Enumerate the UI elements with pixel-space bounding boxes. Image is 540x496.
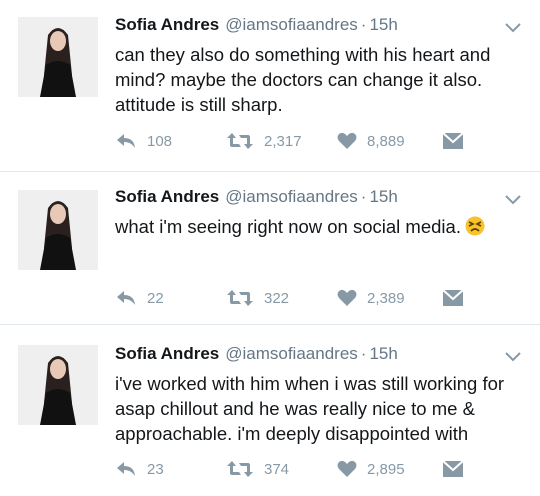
tweet-card[interactable]: Sofia Andres @iamsofiaandres · 15h i've wor…	[0, 325, 540, 496]
reply-count: 22	[147, 289, 164, 307]
direct-message-button[interactable]	[442, 289, 464, 307]
avatar[interactable]	[18, 190, 98, 270]
tweet-actions: 23 374 2,895	[115, 460, 535, 480]
heart-icon	[337, 460, 357, 477]
tweet-actions: 22 322 2,389	[115, 289, 535, 309]
retweet-count: 2,317	[264, 132, 302, 150]
timestamp[interactable]: 15h	[369, 344, 397, 363]
avatar[interactable]	[18, 17, 98, 97]
reply-arrow-icon	[117, 291, 135, 305]
like-count: 8,889	[367, 132, 405, 150]
retweet-button[interactable]: 374	[226, 460, 289, 478]
reply-arrow-icon	[117, 134, 135, 148]
like-count: 2,389	[367, 289, 405, 307]
retweet-button[interactable]: 2,317	[226, 132, 302, 150]
retweet-count: 322	[264, 289, 290, 307]
tweet-text: what i'm seeing right now on social medi…	[115, 216, 461, 237]
tweet-actions: 108 2,317 8,889	[115, 132, 535, 152]
reply-button[interactable]: 23	[115, 460, 164, 478]
reply-count: 23	[147, 460, 164, 478]
tweet-header: Sofia Andres @iamsofiaandres · 15h	[115, 186, 398, 208]
retweet-icon	[227, 461, 253, 477]
reply-button[interactable]: 22	[115, 289, 164, 307]
timestamp[interactable]: 15h	[369, 187, 397, 206]
like-button[interactable]: 2,389	[337, 289, 405, 307]
user-handle[interactable]: @iamsofiaandres	[225, 15, 358, 34]
display-name[interactable]: Sofia Andres	[115, 15, 219, 34]
reply-button[interactable]: 108	[115, 132, 172, 150]
retweet-icon	[227, 133, 253, 149]
separator-dot: ·	[360, 187, 367, 206]
envelope-icon	[442, 289, 464, 306]
tweet-feed: Sofia Andres @iamsofiaandres · 15h can they…	[0, 0, 540, 496]
like-count: 2,895	[367, 460, 405, 478]
envelope-icon	[442, 132, 464, 149]
envelope-icon	[442, 460, 464, 477]
retweet-button[interactable]: 322	[226, 289, 289, 307]
tweet-text-container: what i'm seeing right now on social medi…	[115, 214, 525, 239]
chevron-down-icon[interactable]	[504, 351, 522, 363]
timestamp[interactable]: 15h	[369, 15, 397, 34]
retweet-icon	[227, 290, 253, 306]
retweet-count: 374	[264, 460, 290, 478]
separator-dot: ·	[360, 344, 367, 363]
heart-icon	[337, 289, 357, 306]
like-button[interactable]: 2,895	[337, 460, 405, 478]
tweet-header: Sofia Andres @iamsofiaandres · 15h	[115, 14, 398, 36]
tweet-card[interactable]: Sofia Andres @iamsofiaandres · 15h what i'm…	[0, 172, 540, 325]
tweet-card[interactable]: Sofia Andres @iamsofiaandres · 15h can they…	[0, 0, 540, 172]
tweet-text: can they also do something with his hear…	[115, 44, 491, 115]
reply-count: 108	[147, 132, 173, 150]
display-name[interactable]: Sofia Andres	[115, 344, 219, 363]
avatar[interactable]	[18, 345, 98, 425]
direct-message-button[interactable]	[442, 132, 464, 150]
reply-arrow-icon	[117, 462, 135, 476]
chevron-down-icon[interactable]	[504, 22, 522, 34]
persevering-face-emoji	[465, 216, 485, 236]
tweet-header: Sofia Andres @iamsofiaandres · 15h	[115, 343, 398, 365]
tweet-text: i've worked with him when i was still wo…	[115, 373, 505, 444]
chevron-down-icon[interactable]	[504, 194, 522, 206]
user-handle[interactable]: @iamsofiaandres	[225, 344, 358, 363]
separator-dot: ·	[360, 15, 367, 34]
direct-message-button[interactable]	[442, 460, 464, 478]
heart-icon	[337, 132, 357, 149]
display-name[interactable]: Sofia Andres	[115, 187, 219, 206]
like-button[interactable]: 8,889	[337, 132, 405, 150]
user-handle[interactable]: @iamsofiaandres	[225, 187, 358, 206]
